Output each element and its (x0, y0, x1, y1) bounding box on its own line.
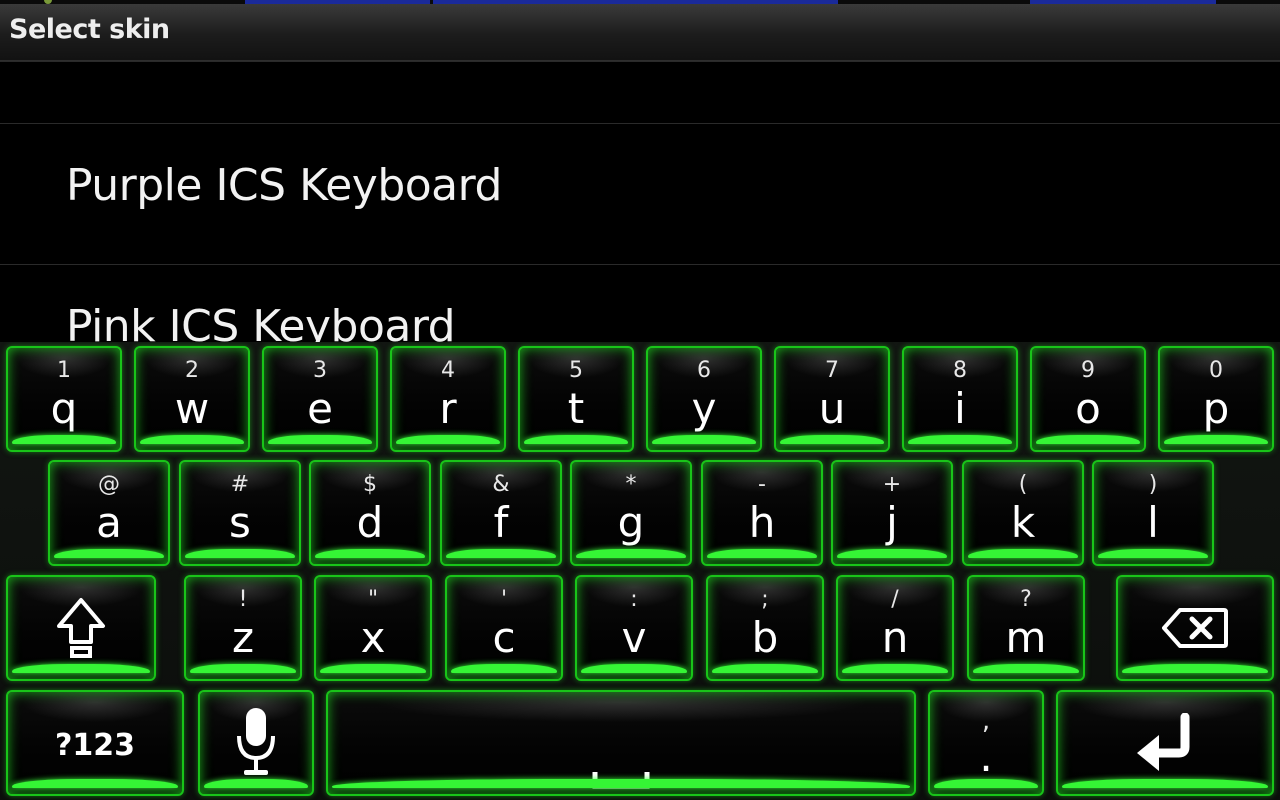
key-primary-label: l (1147, 498, 1159, 547)
key-e[interactable]: 3e (262, 346, 378, 452)
key-g[interactable]: * g (570, 460, 692, 566)
key-primary-label: j (886, 498, 898, 547)
soft-keyboard: 1q 2w 3e 4r 5t 6y 7u 8i 9o 0p @ a # s $ d &… (0, 342, 1280, 800)
enter-key[interactable] (1056, 690, 1274, 796)
period-label: . (979, 732, 993, 781)
skin-option-purple[interactable]: Purple ICS Keyboard (0, 124, 1280, 264)
dialog-title-bar: Select skin (0, 4, 1280, 61)
key-secondary-label: & (492, 472, 510, 497)
key-primary-label: x (360, 613, 386, 662)
key-o[interactable]: 9o (1030, 346, 1146, 452)
key-primary-label: n (881, 613, 909, 662)
key-secondary-label: 4 (441, 358, 455, 383)
key-l[interactable]: ) l (1092, 460, 1214, 566)
key-y[interactable]: 6y (646, 346, 762, 452)
key-primary-label: t (567, 384, 585, 433)
microphone-key[interactable] (198, 690, 314, 796)
key-secondary-label: 3 (313, 358, 327, 383)
keyboard-row-1: 1q 2w 3e 4r 5t 6y 7u 8i 9o 0p (0, 342, 1280, 456)
key-secondary-label: ? (1020, 587, 1032, 612)
key-secondary-label: 7 (825, 358, 839, 383)
key-primary-label: z (231, 613, 255, 662)
key-primary-label: k (1010, 498, 1036, 547)
key-primary-label: i (954, 384, 966, 433)
key-secondary-label: 2 (185, 358, 199, 383)
symbols-key-label: ?123 (54, 728, 136, 763)
space-key[interactable] (326, 690, 916, 796)
key-secondary-label: - (758, 472, 766, 497)
punctuation-key[interactable]: , . (928, 690, 1044, 796)
key-s[interactable]: # s (179, 460, 301, 566)
key-primary-label: m (1005, 613, 1047, 662)
key-q[interactable]: 1q (6, 346, 122, 452)
key-secondary-label: # (230, 472, 250, 497)
key-primary-label: d (356, 498, 384, 547)
keyboard-row-4: ?123 , . (0, 686, 1280, 800)
key-secondary-label: ) (1148, 472, 1158, 497)
key-primary-label: b (751, 613, 779, 662)
key-secondary-label: 5 (569, 358, 583, 383)
key-primary-label: r (439, 384, 457, 433)
key-h[interactable]: -h (701, 460, 823, 566)
key-secondary-label: 8 (953, 358, 967, 383)
key-primary-label: o (1075, 384, 1101, 433)
key-secondary-label: ( (1018, 472, 1028, 497)
key-secondary-label: 0 (1209, 358, 1223, 383)
key-v[interactable]: :v (575, 575, 693, 681)
backspace-key[interactable] (1116, 575, 1274, 681)
key-primary-label: c (492, 613, 516, 662)
key-secondary-label: ! (238, 587, 248, 612)
key-primary-label: u (818, 384, 846, 433)
key-j[interactable]: + j (831, 460, 953, 566)
key-f[interactable]: & f (440, 460, 562, 566)
key-d[interactable]: $ d (309, 460, 431, 566)
key-secondary-label: @ (98, 472, 120, 497)
key-secondary-label: 1 (57, 358, 71, 383)
key-primary-label: v (621, 613, 647, 662)
shift-key[interactable] (6, 575, 156, 681)
key-secondary-label: 9 (1081, 358, 1095, 383)
key-primary-label: y (691, 384, 717, 433)
key-secondary-label: " (367, 587, 379, 612)
key-b[interactable]: ; b (706, 575, 824, 681)
keyboard-row-3: ! z " x ' c :v ; b / n ? m (0, 571, 1280, 685)
divider (0, 61, 1280, 62)
key-secondary-label: / (891, 587, 899, 612)
key-secondary-label: $ (363, 472, 377, 497)
key-secondary-label: : (630, 587, 638, 612)
key-secondary-label: 6 (697, 358, 711, 383)
key-secondary-label: ' (500, 587, 508, 612)
key-primary-label: a (96, 498, 122, 547)
key-t[interactable]: 5t (518, 346, 634, 452)
key-z[interactable]: ! z (184, 575, 302, 681)
key-primary-label: g (617, 498, 645, 547)
skin-option-label: Purple ICS Keyboard (66, 160, 502, 211)
key-secondary-label: * (625, 472, 637, 497)
key-w[interactable]: 2w (134, 346, 250, 452)
key-primary-label: f (493, 498, 509, 547)
key-n[interactable]: / n (836, 575, 954, 681)
key-p[interactable]: 0p (1158, 346, 1274, 452)
key-c[interactable]: ' c (445, 575, 563, 681)
key-primary-label: q (50, 384, 78, 433)
key-u[interactable]: 7u (774, 346, 890, 452)
key-secondary-label: ; (761, 587, 769, 612)
key-primary-label: p (1202, 384, 1230, 433)
key-primary-label: w (174, 384, 210, 433)
dialog-title: Select skin (9, 14, 170, 45)
key-x[interactable]: " x (314, 575, 432, 681)
key-primary-label: s (229, 498, 251, 547)
symbols-key[interactable]: ?123 (6, 690, 184, 796)
key-i[interactable]: 8i (902, 346, 1018, 452)
key-a[interactable]: @ a (48, 460, 170, 566)
key-m[interactable]: ? m (967, 575, 1085, 681)
key-k[interactable]: (k (962, 460, 1084, 566)
key-r[interactable]: 4r (390, 346, 506, 452)
key-secondary-label: + (882, 472, 902, 497)
keyboard-row-2: @ a # s $ d & f * g -h + j (k ) l (0, 456, 1280, 570)
key-primary-label: e (307, 384, 333, 433)
key-primary-label: h (748, 498, 776, 547)
